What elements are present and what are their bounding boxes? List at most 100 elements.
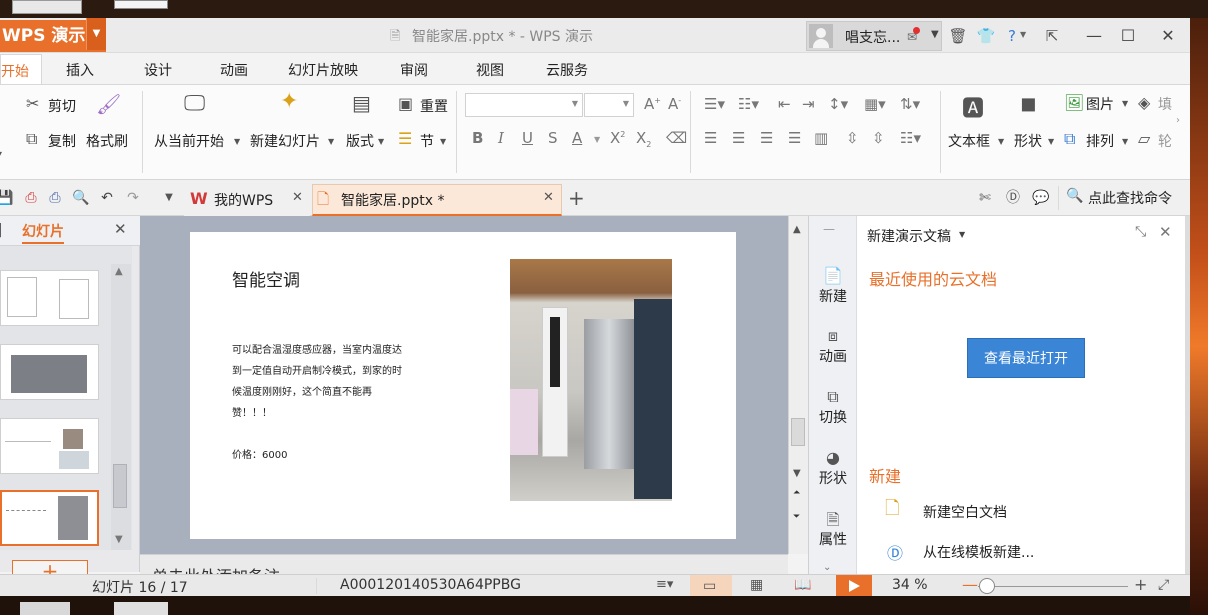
help-icon[interactable]: ? [1002,26,1022,46]
normal-view-button[interactable]: ▭ [690,575,732,596]
slide-thumbnail[interactable] [0,344,99,400]
print-preview-icon[interactable]: 🔍 [72,189,90,207]
desktop-window-thumbnail[interactable] [114,602,168,615]
arrange-icon[interactable]: ⧉ [1064,129,1075,149]
textbox-button[interactable]: 文本框 [948,131,990,151]
notes-toggle-icon[interactable]: ≡▾ [656,577,673,592]
chevron-down-icon[interactable]: ▼ [1048,137,1054,146]
chevron-down-icon[interactable]: ▼ [234,137,240,146]
cut-button[interactable]: 剪切 [48,96,76,116]
chevron-down-icon[interactable]: ▼ [594,135,600,144]
close-icon[interactable]: ✕ [1159,223,1172,241]
tab-review[interactable]: 审阅 [400,54,428,84]
bullet-list-icon[interactable]: ☰▾ [704,95,725,113]
align-left-icon[interactable]: ☰ [704,129,717,147]
current-slide[interactable]: 智能空调 可以配合温湿度感应器，当室内温度达到一定值自动开启制冷模式，到家的时候… [190,232,736,539]
justify-icon[interactable]: ☰ [788,129,801,147]
font-color-icon[interactable]: A [572,129,582,147]
app-menu-dropdown-icon[interactable]: ▼ [86,18,106,50]
increase-indent-icon[interactable]: ⇥ [802,95,815,113]
tab-view[interactable]: 视图 [476,54,504,84]
distribute-icon[interactable]: ▥ [814,129,828,147]
close-icon[interactable]: ✕ [1156,24,1180,48]
reset-button[interactable]: 重置 [420,96,448,116]
comment-icon[interactable]: 💬 [1032,189,1050,207]
side-item-transition[interactable]: ⧉ 切换 [809,377,857,435]
outline-tab[interactable]: | [0,222,3,238]
previous-slide-icon[interactable]: ⏶ [793,488,800,498]
new-blank-document-link[interactable]: 新建空白文档 [923,502,1007,522]
scroll-down-icon[interactable]: ▼ [793,468,801,479]
next-slide-icon[interactable]: ⏷ [793,512,800,522]
superscript-icon[interactable]: X2 [610,129,625,147]
scissors-icon[interactable]: ✂ [26,94,39,113]
new-slide-icon[interactable]: ✦ [280,89,298,114]
text-align-icon[interactable]: ⇳ [872,129,885,147]
columns-icon[interactable]: ▦▾ [864,95,886,113]
outline-button[interactable]: 轮 [1158,131,1172,151]
side-item-properties[interactable]: 🗎 属性 [809,499,857,557]
pin-icon[interactable]: ✄ [976,189,994,207]
desktop-window-thumbnail[interactable] [114,0,168,9]
chevron-down-icon[interactable]: ▼ [328,137,334,146]
bold-icon[interactable]: B [472,129,483,147]
zoom-in-icon[interactable]: + [1134,575,1147,594]
new-from-template-link[interactable]: 从在线模板新建... [923,542,1034,562]
tab-animation[interactable]: 动画 [220,54,248,84]
zoom-percent[interactable]: 34 % [892,577,928,593]
italic-icon[interactable]: I [498,129,504,147]
tab-home[interactable]: 开始 [0,54,42,84]
shrink-font-icon[interactable]: A- [668,95,681,113]
slide-thumbnail[interactable] [0,270,99,326]
close-icon[interactable]: ✕ [292,190,303,205]
air-conditioner-photo[interactable] [510,259,672,501]
desktop-window-thumbnail[interactable] [20,602,70,615]
view-recent-button[interactable]: 查看最近打开 [967,338,1085,378]
layout-icon[interactable]: ▤ [352,91,371,115]
text-direction-icon[interactable]: ⇅▾ [900,95,920,113]
section-icon[interactable]: ☰ [398,129,412,148]
slide-body-text[interactable]: 可以配合温湿度感应器，当室内温度达到一定值自动开启制冷模式，到家的时候温度刚刚好… [232,340,408,424]
section-button[interactable]: 节 [420,131,434,151]
decrease-indent-icon[interactable]: ⇤ [778,95,791,113]
copy-button[interactable]: 复制 [48,131,76,151]
side-item-animation[interactable]: ⧈ 动画 [809,316,857,374]
tab-cloud[interactable]: 云服务 [546,54,588,84]
line-spacing-icon[interactable]: ↕▾ [828,95,848,113]
shape-button[interactable]: 形状 [1014,131,1042,151]
picture-icon[interactable]: 🖼 [1064,93,1084,112]
fit-window-icon[interactable]: ⤢ [1158,577,1169,593]
align-center-icon[interactable]: ☰ [732,129,745,147]
fill-icon[interactable]: ◈ [1138,93,1150,112]
scroll-up-icon[interactable]: ▲ [793,224,801,235]
grow-font-icon[interactable]: A+ [644,95,661,113]
tab-current-document[interactable]: 🗋 智能家居.pptx * ✕ [312,184,562,216]
tab-slideshow[interactable]: 幻灯片放映 [288,54,358,84]
zoom-slider-thumb[interactable] [979,578,996,594]
chevron-down-icon[interactable]: ▼ [1122,137,1128,146]
align-right-icon[interactable]: ☰ [760,129,773,147]
brush-icon[interactable]: 🖌 [96,92,121,116]
zoom-slider-track[interactable] [978,586,1128,587]
tab-my-wps[interactable]: W 我的WPS ✕ [184,184,310,216]
paste-dropdown-icon[interactable]: ▾ [0,147,2,161]
slide-thumbnail[interactable] [0,418,99,474]
slideshow-icon[interactable]: 🖵 [184,91,205,116]
help-dropdown-icon[interactable]: ▼ [1020,30,1026,39]
command-search[interactable]: 🔍 点此查找命令 [1066,188,1186,208]
save-icon[interactable]: 💾 [0,189,14,207]
redo-icon[interactable]: ↷ [124,189,142,207]
print-icon[interactable]: ⎙ [46,189,64,207]
shadow-icon[interactable]: S [548,129,558,147]
layout-button[interactable]: 版式 [346,131,374,151]
shirt-icon[interactable]: 👕 [976,26,996,46]
tab-slides[interactable]: 幻灯片 [22,221,64,244]
paragraph-spacing-icon[interactable]: ⇳ [846,129,859,147]
slide-thumbnail-selected[interactable] [0,490,99,546]
user-account[interactable]: 唱支忘... ✉ ▼ [806,21,942,51]
tab-design[interactable]: 设计 [144,54,172,84]
task-pane-title[interactable]: 新建演示文稿 [867,226,951,246]
scroll-thumb[interactable] [791,418,805,446]
format-painter-button[interactable]: 格式刷 [86,131,128,151]
reset-icon[interactable]: ▣ [398,94,413,113]
